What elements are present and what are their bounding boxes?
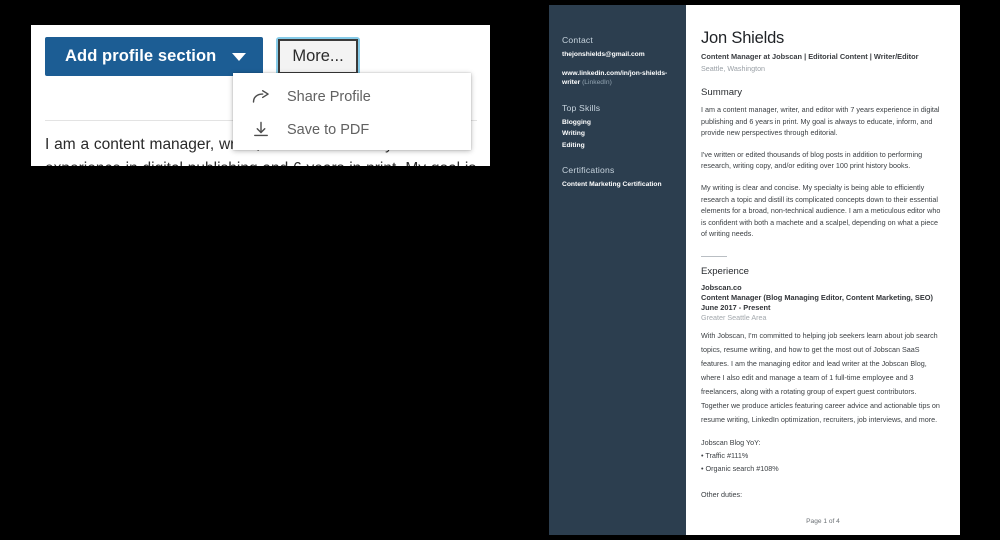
resume-headline: Content Manager at Jobscan | Editorial C… xyxy=(701,52,919,61)
chevron-down-icon xyxy=(232,52,247,61)
curved-arrow-right-icon xyxy=(244,182,500,444)
resume-location: Seattle, Washington xyxy=(701,64,766,73)
summary-paragraph: I am a content manager, writer, and edit… xyxy=(701,105,942,138)
more-button[interactable]: More... xyxy=(278,39,358,74)
pdf-page-footer: Page 1 of 4 xyxy=(806,518,840,525)
skill-item: Blogging xyxy=(562,118,591,126)
menu-item-save-to-pdf[interactable]: Save to PDF xyxy=(233,113,471,146)
experience-location: Greater Seattle Area xyxy=(701,313,767,323)
experience-metrics-heading: Jobscan Blog YoY: xyxy=(701,438,761,448)
experience-role: Content Manager (Blog Managing Editor, C… xyxy=(701,293,933,303)
experience-metric: • Organic search #108% xyxy=(701,464,779,474)
contact-heading: Contact xyxy=(562,35,594,45)
menu-item-share-profile-label: Share Profile xyxy=(287,88,371,105)
experience-other-duties-heading: Other duties: xyxy=(701,490,743,500)
experience-dates: June 2017 - Present xyxy=(701,303,771,313)
experience-metric: • Traffic #111% xyxy=(701,451,749,461)
pdf-preview-page: Contact thejonshields@gmail.com www.link… xyxy=(549,5,960,535)
contact-linkedin-label: (LinkedIn) xyxy=(582,79,612,86)
screenshot-stage: Add profile section More... I am a conte… xyxy=(0,0,1000,540)
certification-item: Content Marketing Certification xyxy=(562,181,662,188)
experience-company: Jobscan.co xyxy=(701,283,742,293)
experience-heading: Experience xyxy=(701,266,749,278)
contact-linkedin-url: www.linkedin.com/in/jon-shields-writer xyxy=(562,69,668,87)
experience-description: With Jobscan, I'm committed to helping j… xyxy=(701,331,942,425)
add-profile-section-label: Add profile section xyxy=(65,47,217,65)
skill-item: Writing xyxy=(562,130,585,137)
share-arrow-icon xyxy=(251,87,271,107)
certifications-heading: Certifications xyxy=(562,165,615,175)
summary-paragraph: I've written or edited thousands of blog… xyxy=(701,149,925,171)
pdf-main-column: Jon Shields Content Manager at Jobscan |… xyxy=(686,5,960,535)
add-profile-section-button[interactable]: Add profile section xyxy=(45,37,264,76)
top-skills-heading: Top Skills xyxy=(562,102,601,113)
download-icon xyxy=(251,120,271,140)
section-rule xyxy=(701,255,727,258)
profile-action-button-row: Add profile section More... xyxy=(45,37,360,76)
more-button-focus-ring: More... xyxy=(276,37,360,76)
pdf-sidebar: Contact thejonshields@gmail.com www.link… xyxy=(549,5,686,535)
menu-item-save-to-pdf-label: Save to PDF xyxy=(287,121,370,138)
resume-name: Jon Shields xyxy=(701,29,785,47)
menu-item-share-profile[interactable]: Share Profile xyxy=(233,80,471,113)
summary-paragraph: My writing is clear and concise. My spec… xyxy=(701,182,943,239)
skill-item: Editing xyxy=(562,141,585,149)
more-dropdown-menu: Share Profile Save to PDF xyxy=(233,73,471,150)
contact-email: thejonshields@gmail.com xyxy=(562,51,645,58)
summary-heading: Summary xyxy=(701,87,743,98)
experience-entry: Jobscan.co Content Manager (Blog Managin… xyxy=(701,283,943,501)
contact-linkedin: www.linkedin.com/in/jon-shields-writer (… xyxy=(562,69,672,88)
